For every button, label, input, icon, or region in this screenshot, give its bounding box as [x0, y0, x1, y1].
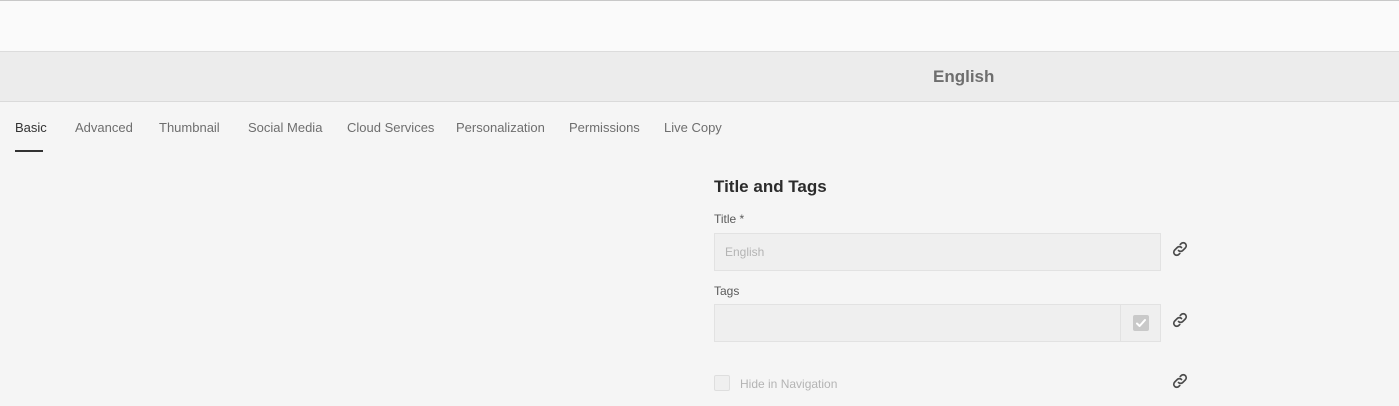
title-field-label: Title * — [714, 212, 745, 226]
active-tab-indicator — [15, 150, 43, 152]
link-icon[interactable] — [1171, 372, 1189, 390]
tab-personalization[interactable]: Personalization — [456, 120, 545, 135]
title-bar: English — [0, 52, 1399, 102]
section-title: Title and Tags — [714, 177, 827, 196]
tab-advanced[interactable]: Advanced — [75, 120, 133, 135]
checkmark-icon — [1132, 315, 1149, 331]
hide-in-navigation-checkbox[interactable] — [714, 375, 730, 391]
tags-input[interactable] — [715, 305, 1120, 341]
tags-field — [714, 304, 1161, 342]
title-field — [714, 233, 1161, 271]
tags-field-label: Tags — [714, 284, 740, 298]
link-icon[interactable] — [1171, 240, 1189, 258]
top-toolbar — [0, 0, 1399, 52]
tab-bar: Basic Advanced Thumbnail Social Media Cl… — [0, 102, 1399, 152]
tab-thumbnail[interactable]: Thumbnail — [159, 120, 220, 135]
tab-basic[interactable]: Basic — [15, 120, 47, 135]
tab-permissions[interactable]: Permissions — [569, 120, 640, 135]
tab-cloud-services[interactable]: Cloud Services — [347, 120, 434, 135]
tab-live-copy[interactable]: Live Copy — [664, 120, 722, 135]
hide-in-navigation-label: Hide in Navigation — [740, 377, 838, 391]
link-icon[interactable] — [1171, 311, 1189, 329]
tag-picker-button[interactable] — [1120, 305, 1160, 341]
page-title: English — [933, 67, 995, 86]
title-input[interactable] — [715, 234, 1160, 270]
tab-social-media[interactable]: Social Media — [248, 120, 322, 135]
